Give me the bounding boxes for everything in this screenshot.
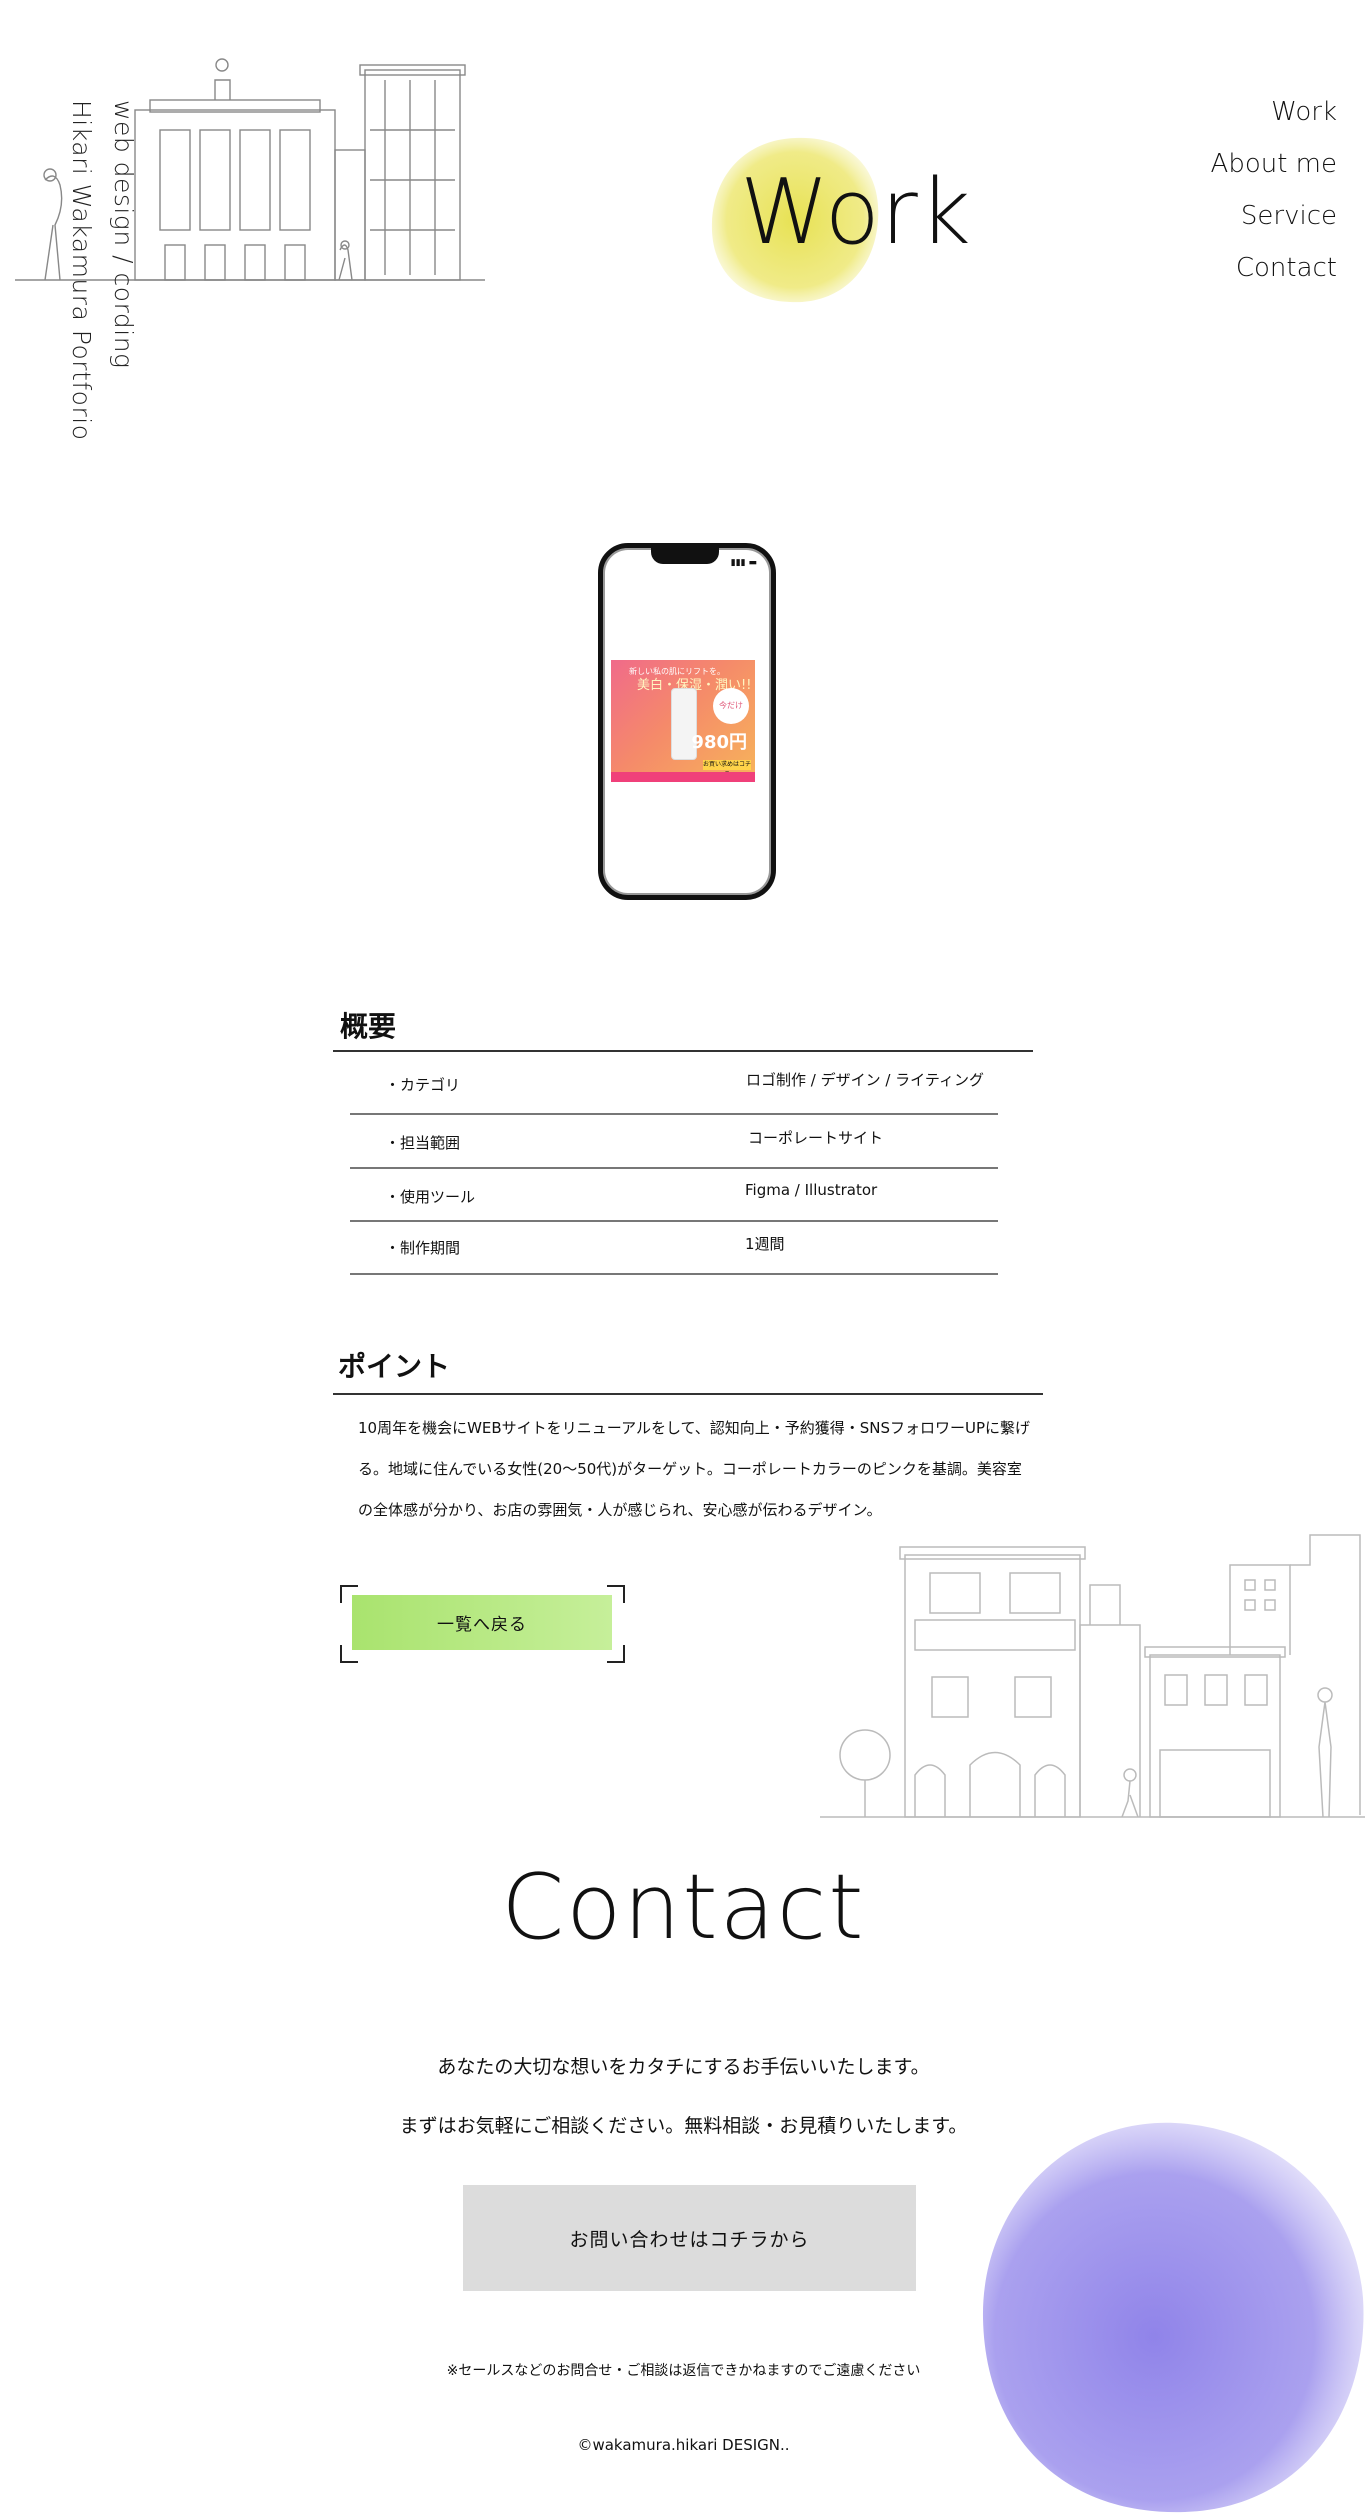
point-divider bbox=[333, 1393, 1043, 1395]
overview-value: 1週間 bbox=[745, 1235, 785, 1253]
back-button-frame: 一覧へ戻る bbox=[340, 1585, 625, 1663]
signal-icon: ▮▮▮ ▬ bbox=[730, 558, 757, 568]
overview-value: コーポレートサイト bbox=[748, 1129, 884, 1147]
phone-notch bbox=[651, 548, 719, 564]
overview-value: Figma / Illustrator bbox=[745, 1181, 878, 1199]
copyright: ©wakamura.hikari DESIGN.. bbox=[577, 2436, 790, 2454]
ad-badge: 今だけ bbox=[713, 688, 749, 724]
overview-label: ・制作期間 bbox=[385, 1239, 461, 1257]
back-to-list-button[interactable]: 一覧へ戻る bbox=[352, 1595, 612, 1650]
brand-tagline: web design / cording bbox=[109, 100, 138, 369]
point-line: る。地域に住んでいる女性(20〜50代)がターゲット。コーポレートカラーのピンク… bbox=[358, 1460, 1022, 1478]
contact-note: ※セールスなどのお問合せ・ご相談は返信できかねますのでご遠慮ください bbox=[446, 2363, 921, 2379]
point-line: 10周年を機会にWEBサイトをリニューアルをして、認知向上・予約獲得・SNSフォ… bbox=[358, 1419, 1031, 1437]
contact-message: あなたの大切な想いをカタチにするお手伝いいたします。 bbox=[437, 2056, 930, 2078]
overview-title: 概要 bbox=[340, 1010, 397, 1043]
overview-label: ・担当範囲 bbox=[385, 1134, 461, 1152]
overview-label: ・カテゴリ bbox=[385, 1076, 461, 1094]
nav-about[interactable]: About me bbox=[1211, 138, 1337, 190]
row-divider bbox=[350, 1113, 998, 1115]
nav-contact[interactable]: Contact bbox=[1211, 242, 1337, 294]
ad-price: 980円 bbox=[691, 732, 747, 753]
brand-name: Hikari Wakamura Portforio bbox=[67, 100, 96, 441]
street-illustration bbox=[820, 1534, 1365, 1818]
overview-label: ・使用ツール bbox=[385, 1188, 476, 1206]
row-divider bbox=[350, 1273, 998, 1275]
nav-work[interactable]: Work bbox=[1211, 86, 1337, 138]
point-description: 10周年を機会にWEBサイトをリニューアルをして、認知向上・予約獲得・SNSフォ… bbox=[358, 1408, 1038, 1531]
row-divider bbox=[350, 1167, 998, 1169]
phone-mockup: ▮▮▮ ▬ 新しい私の肌にリフトを。 美白・保湿・潤い!! 今だけ 980円 お… bbox=[598, 543, 776, 900]
ad-banner-image: 新しい私の肌にリフトを。 美白・保湿・潤い!! 今だけ 980円 お買い求めはコ… bbox=[611, 660, 755, 782]
row-divider bbox=[350, 1220, 998, 1222]
main-nav: Work About me Service Contact bbox=[1211, 86, 1337, 294]
point-title: ポイント bbox=[338, 1350, 451, 1383]
nav-service[interactable]: Service bbox=[1211, 190, 1337, 242]
ad-bottom-bar bbox=[611, 772, 755, 782]
overview-divider bbox=[333, 1050, 1033, 1052]
brand-vertical: web design / cording Hikari Wakamura Por… bbox=[60, 100, 144, 441]
contact-watercolor-blob bbox=[982, 2122, 1364, 2513]
contact-form-button[interactable]: お問い合わせはコチラから bbox=[463, 2185, 916, 2291]
page-title: Work bbox=[740, 160, 972, 265]
ad-cta: お買い求めはコチラ bbox=[703, 760, 752, 778]
contact-title: Contact bbox=[501, 1855, 866, 1960]
overview-value: ロゴ制作 / デザイン / ライティング bbox=[746, 1071, 984, 1089]
